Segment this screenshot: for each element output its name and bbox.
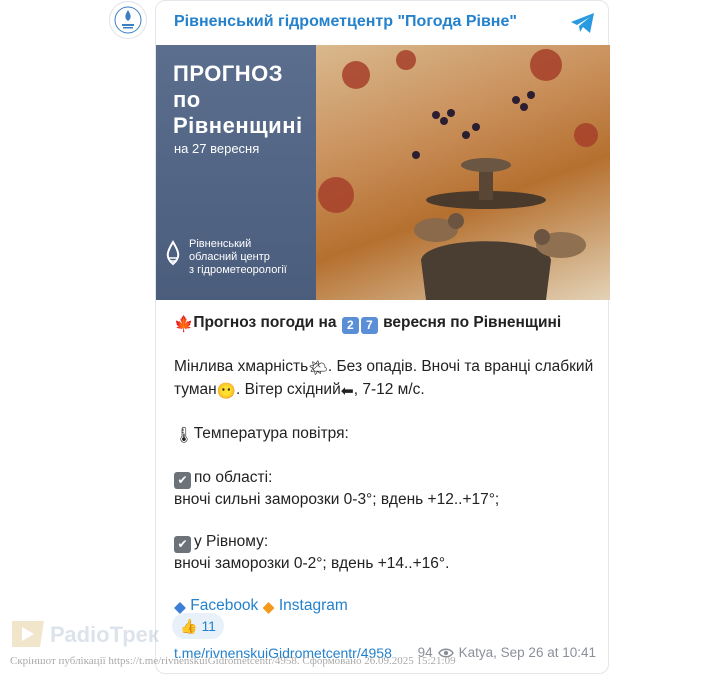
thumbs-up-icon: 👍 bbox=[180, 617, 198, 634]
region-values: вночі сильні заморозки 0-3°; вдень +12..… bbox=[174, 491, 500, 508]
telegram-plane-icon[interactable] bbox=[570, 12, 596, 34]
forecast-banner-panel: ПРОГНОЗ по Рівненщині на 27 вересня Рівн… bbox=[156, 45, 316, 300]
banner-title-line: по bbox=[173, 87, 201, 112]
reaction-chip[interactable]: 👍 11 bbox=[172, 613, 224, 639]
city-values: вночі заморозки 0-2°; вдень +14..+16°. bbox=[174, 555, 450, 572]
temperature-heading: 🌡Температура повітря: bbox=[174, 423, 594, 446]
city-label: у Рівному: bbox=[194, 533, 269, 550]
watermark-brand: РаdіоТрек bbox=[50, 622, 160, 647]
sparrows-photo bbox=[316, 45, 610, 300]
region-label: по області: bbox=[194, 469, 273, 486]
banner-title: ПРОГНОЗ по Рівненщині bbox=[173, 61, 303, 139]
banner-title-line: ПРОГНОЗ bbox=[173, 61, 284, 86]
digit-keycap: 7 bbox=[360, 317, 378, 334]
digit-keycap: 2 bbox=[341, 317, 359, 334]
post-image[interactable]: ПРОГНОЗ по Рівненщині на 27 вересня Рівн… bbox=[156, 45, 610, 300]
sun-behind-cloud-icon: 🌤 bbox=[308, 360, 328, 377]
org-name-line: Рівненський bbox=[189, 238, 252, 250]
org-name-line: з гідрометеорології bbox=[189, 264, 287, 276]
org-drop-logo-icon bbox=[166, 240, 180, 266]
region-block: ✔ по області: вночі сильні заморозки 0-3°… bbox=[174, 467, 594, 510]
banner-org-name: Рівненський обласний центр з гідрометеор… bbox=[189, 238, 314, 277]
check-mark-icon: ✔ bbox=[174, 472, 191, 489]
orange-diamond-icon: ◆ bbox=[262, 599, 275, 616]
fog-face-icon: 😶 bbox=[216, 383, 236, 400]
headline-text: вересня по Рівненщині bbox=[378, 314, 562, 331]
channel-name[interactable]: Рівненський гідрометцентр "Погода Рівне" bbox=[174, 13, 517, 31]
weather-text: . Вітер східний bbox=[236, 381, 341, 398]
org-name-line: обласний центр bbox=[189, 251, 270, 263]
weather-summary: Мінлива хмарність🌤. Без опадів. Вночі та… bbox=[174, 356, 594, 402]
social-links: ◆ Facebook ◆ Instagram bbox=[174, 595, 594, 618]
post-header: Рівненський гідрометцентр "Погода Рівне" bbox=[156, 1, 610, 45]
temp-heading-text: Температура повітря: bbox=[193, 425, 349, 442]
reaction-count: 11 bbox=[201, 618, 216, 634]
banner-title-line: Рівненщині bbox=[173, 113, 303, 138]
city-block: ✔ у Рівному: вночі заморозки 0-2°; вдень … bbox=[174, 531, 594, 574]
weather-text: Мінлива хмарність bbox=[174, 358, 309, 375]
birds-on-feeder-illustration bbox=[318, 49, 598, 300]
instagram-link[interactable]: Instagram bbox=[279, 597, 348, 614]
rivne-hydromet-logo-icon bbox=[114, 6, 142, 34]
post-card: Рівненський гідрометцентр "Погода Рівне"… bbox=[155, 0, 610, 674]
radiotrek-watermark-logo: РаdіоТрек bbox=[10, 615, 160, 651]
banner-date: на 27 вересня bbox=[174, 141, 260, 156]
post-text: 🍁Прогноз погоди на 27 вересня по Рівненщ… bbox=[174, 312, 594, 618]
author-time[interactable]: Katya, Sep 26 at 10:41 bbox=[459, 645, 596, 660]
watermark-caption: Скріншот публікації https://t.me/rivnens… bbox=[10, 655, 456, 667]
thermometer-icon: 🌡 bbox=[174, 427, 194, 444]
play-badge-icon: РаdіоТрек bbox=[12, 621, 160, 647]
channel-avatar[interactable] bbox=[109, 1, 147, 39]
check-mark-icon: ✔ bbox=[174, 536, 191, 553]
facebook-link[interactable]: Facebook bbox=[190, 597, 258, 614]
post-headline: 🍁Прогноз погоди на 27 вересня по Рівненщ… bbox=[174, 312, 594, 335]
left-arrow-icon: ⬅ bbox=[340, 383, 354, 400]
headline-text: Прогноз погоди на bbox=[193, 314, 341, 331]
weather-text: , 7-12 м/с. bbox=[353, 381, 425, 398]
maple-leaf-icon: 🍁 bbox=[174, 316, 194, 333]
